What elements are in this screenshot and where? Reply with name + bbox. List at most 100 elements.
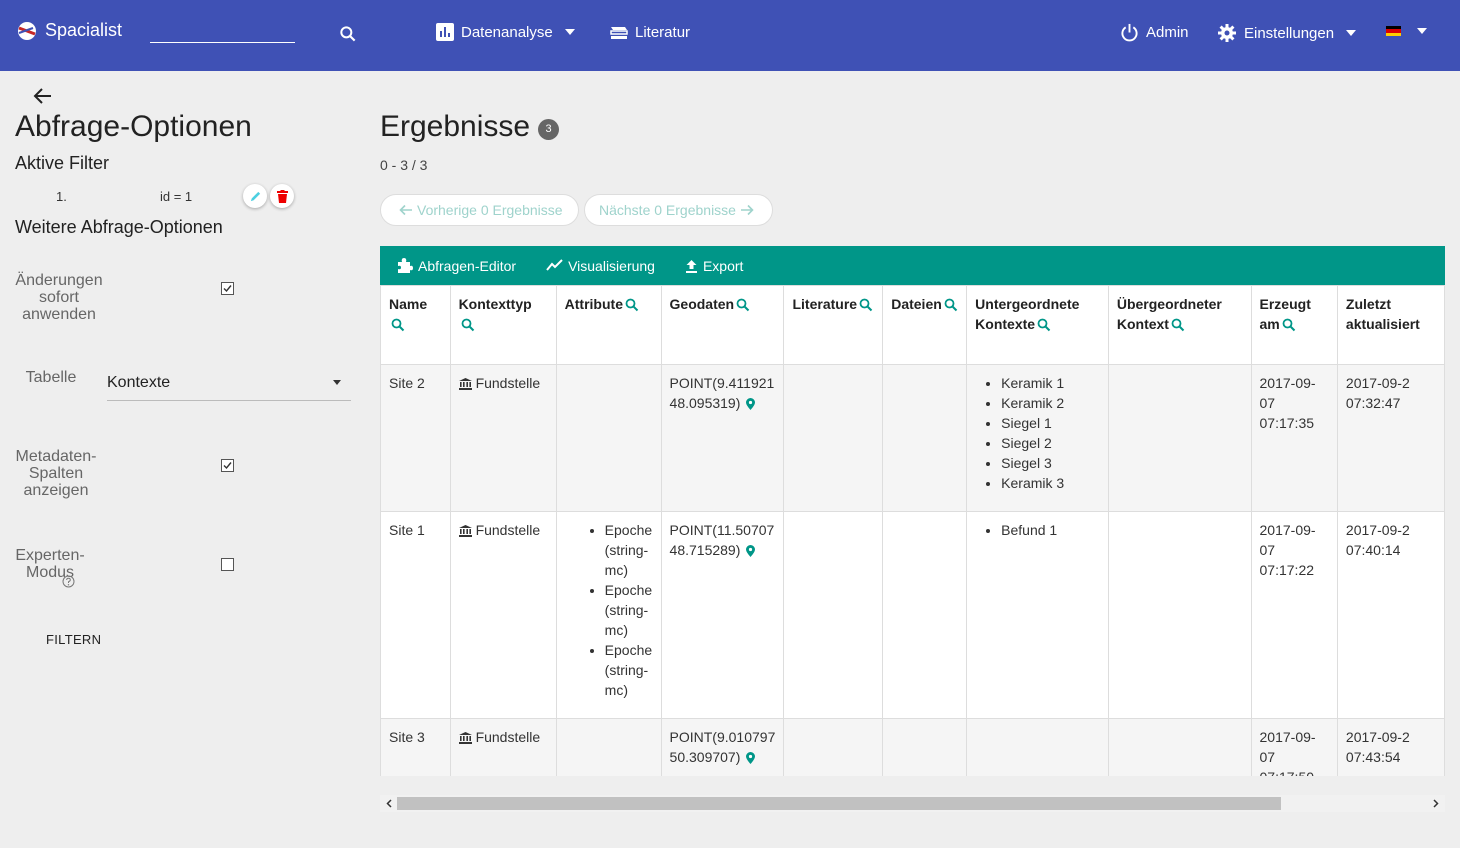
next-results-button[interactable]: Nächste 0 Ergebnisse [584,194,773,226]
delete-filter-button[interactable] [270,184,294,208]
cell-literature [783,718,884,776]
map-marker-icon[interactable] [746,545,756,558]
nav-datenanalyse-dropdown[interactable]: Datenanalyse [436,23,575,41]
scroll-left-button[interactable] [383,798,395,809]
power-icon [1121,23,1138,42]
column-header-context-type: Kontexttyp [449,285,557,365]
search-icon[interactable] [1037,318,1051,332]
cell-geodata: POINT(9.411921 48.095319) [660,364,785,512]
column-label: Attribute [564,296,623,312]
search-icon[interactable] [1171,318,1185,332]
edit-filter-button[interactable] [243,184,267,208]
apply-changes-checkbox[interactable] [221,282,234,295]
back-button[interactable] [33,86,53,111]
query-editor-button[interactable]: Abfragen-Editor [396,257,516,274]
column-label: Geodaten [669,296,735,312]
apply-changes-label: Änderungen sofort anwenden [15,272,103,323]
bar-chart-icon [436,23,454,41]
cell-created: 2017-09-07 07:17:22 [1250,511,1338,719]
table-select-value: Kontexte [107,374,171,391]
checkmark-icon [223,462,232,470]
export-label: Export [702,257,744,274]
context-type-label: Fundstelle [475,375,541,391]
results-count-badge: 3 [538,118,560,140]
previous-results-button[interactable]: Vorherige 0 Ergebnisse [380,194,579,226]
column-header-attributes: Attribute [555,285,662,365]
gear-icon [1218,24,1236,42]
map-marker-icon[interactable] [746,752,756,765]
column-header-updated: Zuletzt aktualisiert [1336,285,1445,365]
chevron-down-icon [564,29,575,35]
table-row[interactable]: Site 2 Fundstelle POINT(9.411921 48.0953… [380,364,1445,512]
horizontal-scrollbar[interactable] [380,795,1445,812]
table-select[interactable]: Kontexte [107,363,351,401]
column-header-created: Erzeugt am [1250,285,1338,365]
filter-button[interactable]: FILTERN [46,632,101,647]
books-icon [610,26,628,39]
cell-created: 2017-09-07 07:17:35 [1250,364,1338,512]
cell-child-contexts [966,718,1109,776]
cell-geodata: POINT(11.50707 48.715289) [660,511,785,719]
list-item: Siegel 2 [1001,433,1100,453]
column-header-name: Name [380,285,451,365]
global-search-input[interactable] [150,22,295,43]
search-button[interactable] [338,24,365,44]
chevron-down-icon [1346,30,1357,36]
cell-name: Site 3 [380,718,451,776]
list-item: Epoche (string-mc) [605,520,653,580]
navbar: Spacialist Datenanalyse Literatur Admin … [0,0,1460,71]
expert-mode-checkbox[interactable] [221,558,234,571]
language-dropdown[interactable] [1386,26,1427,36]
cell-files [882,718,968,776]
nav-settings-dropdown[interactable]: Einstellungen [1217,23,1357,43]
geodata-text: POINT(9.411921 48.095319) [669,375,775,411]
nav-literatur-label: Literatur [635,24,691,41]
map-marker-icon[interactable] [746,398,756,411]
question-circle-icon [62,575,75,588]
nav-admin-link[interactable]: Admin [1120,23,1189,42]
search-icon[interactable] [944,298,958,312]
column-label: Name [389,296,428,312]
column-label: Dateien [891,296,942,312]
search-icon[interactable] [736,298,750,312]
results-table-container: Name Kontexttyp Attribute Geodaten Liter… [380,285,1445,776]
nav-literatur-link[interactable]: Literatur [610,24,690,41]
search-icon[interactable] [625,298,639,312]
export-button[interactable]: Export [685,258,743,274]
cell-parent-context [1107,511,1252,719]
cell-attributes [555,364,662,512]
search-icon[interactable] [1282,318,1296,332]
list-item: Epoche (string-mc) [605,580,653,640]
help-icon[interactable] [62,575,75,593]
more-options-heading: Weitere Abfrage-Optionen [15,217,223,237]
scrollbar-thumb[interactable] [397,797,1281,810]
column-label: Zuletzt aktualisiert [1345,296,1420,332]
search-icon[interactable] [859,298,873,312]
search-icon [340,26,356,42]
column-header-files: Dateien [882,285,968,365]
chevron-right-icon [1433,799,1439,808]
list-item: Siegel 1 [1001,413,1100,433]
brand-link[interactable]: Spacialist [16,20,122,41]
column-label: Literature [792,296,858,312]
list-item: Siegel 3 [1001,453,1100,473]
pencil-icon [250,191,260,201]
cell-literature [783,511,884,719]
search-icon[interactable] [461,318,475,332]
table-row[interactable]: Site 3 Fundstelle POINT(9.010797 50.3097… [380,718,1445,776]
table-row[interactable]: Site 1 Fundstelle Epoche (string-mc) Epo… [380,511,1445,719]
chevron-down-icon [333,380,341,385]
query-editor-label: Abfragen-Editor [418,257,517,274]
cell-parent-context [1107,718,1252,776]
metadata-columns-checkbox[interactable] [221,459,234,472]
context-type-label: Fundstelle [475,522,541,538]
museum-icon [458,732,472,745]
column-label: Untergeordnete Kontexte [975,296,1080,332]
scroll-right-button[interactable] [1430,798,1442,809]
cell-files [882,364,968,512]
visualization-button[interactable]: Visualisierung [546,258,655,274]
results-toolbar: Abfragen-Editor Visualisierung Export [380,246,1445,285]
cell-child-contexts: Keramik 1 Keramik 2 Siegel 1 Siegel 2 Si… [966,364,1109,512]
search-icon[interactable] [391,318,405,332]
list-item: Keramik 1 [1001,373,1100,393]
